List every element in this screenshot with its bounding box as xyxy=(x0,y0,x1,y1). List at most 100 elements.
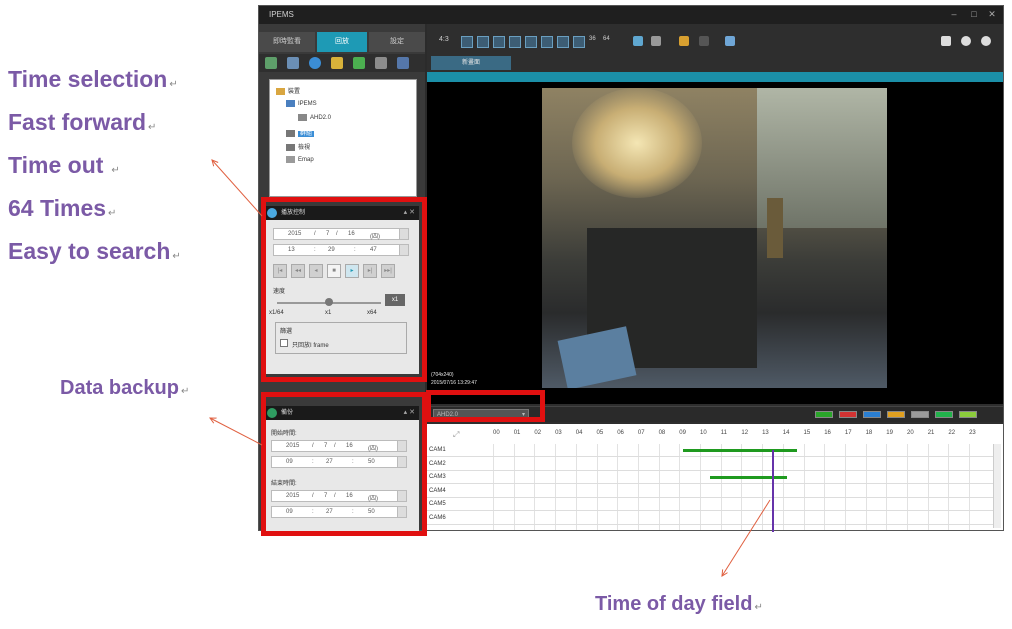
timeline-row[interactable]: CAM4 xyxy=(427,485,993,498)
hour-label: 17 xyxy=(844,430,852,436)
hour-label: 23 xyxy=(969,430,976,436)
fullscreen-icon[interactable] xyxy=(633,36,643,46)
view-tab[interactable]: 新畫面 xyxy=(431,56,511,70)
backup-icon[interactable] xyxy=(353,57,365,69)
feature-time-selection: Time selection ↵ xyxy=(8,66,178,92)
time-of-day-note: Time of day field ↵ xyxy=(595,593,763,615)
hour-label: 18 xyxy=(865,430,873,436)
layout-4-icon[interactable] xyxy=(477,36,489,48)
hour-label: 00 xyxy=(493,430,500,436)
hour-label: 07 xyxy=(637,430,645,436)
view-header-bar xyxy=(427,72,1003,82)
info-icon[interactable] xyxy=(981,36,991,46)
tab-live-view[interactable]: 即時監看 xyxy=(259,32,315,52)
monitor-icon[interactable] xyxy=(725,36,735,46)
hour-label: 08 xyxy=(658,430,666,436)
map-icon xyxy=(286,156,295,163)
sequence-icon[interactable] xyxy=(651,36,661,46)
feature-easy-search: Easy to search ↵ xyxy=(8,238,181,264)
users-icon[interactable] xyxy=(679,36,689,46)
layout-icon[interactable] xyxy=(397,57,409,69)
logout-icon[interactable] xyxy=(699,36,709,46)
feature-list: Time selection ↵ Fast forward ↵ Time out ↵ … xyxy=(8,58,181,273)
layout-8-icon[interactable] xyxy=(509,36,521,48)
tab-settings[interactable]: 設定 xyxy=(369,32,425,52)
hour-label: 10 xyxy=(700,430,707,436)
legend-swatch[interactable] xyxy=(815,411,833,418)
feature-fast-forward: Fast forward ↵ xyxy=(8,109,157,135)
camera-row-label: CAM2 xyxy=(429,460,446,467)
feature-64-times: 64 Times ↵ xyxy=(8,195,117,221)
layout-64-label[interactable]: 64 xyxy=(603,36,610,42)
hour-label: 22 xyxy=(948,430,956,436)
hour-label: 09 xyxy=(679,430,686,436)
layout-36-label[interactable]: 36 xyxy=(589,36,596,42)
search-icon[interactable] xyxy=(309,57,321,69)
minimize-icon[interactable]: – xyxy=(949,9,959,19)
camera-row-label: CAM4 xyxy=(429,487,446,494)
hour-label: 03 xyxy=(555,430,562,436)
legend-swatch[interactable] xyxy=(839,411,857,418)
screen-icon[interactable] xyxy=(941,36,951,46)
layout-9-icon[interactable] xyxy=(525,36,537,48)
layout-16-icon[interactable] xyxy=(573,36,585,48)
tree-item-group[interactable]: 群組 xyxy=(286,128,315,137)
snapshot-icon[interactable] xyxy=(265,57,277,69)
group-icon xyxy=(286,129,295,137)
tree-camera[interactable]: AHD2.0 xyxy=(298,114,331,121)
tab-playback[interactable]: 回放 xyxy=(317,32,367,52)
recording-segment[interactable] xyxy=(683,449,798,452)
layout-6-icon[interactable] xyxy=(493,36,505,48)
tree-item-view[interactable]: 檢視 xyxy=(286,142,310,151)
device-tree: 裝置 IPEMS AHD2.0 群組 檢視 Emap xyxy=(269,79,417,197)
video-box xyxy=(557,326,637,388)
layout-10-icon[interactable] xyxy=(541,36,553,48)
hour-label: 01 xyxy=(513,430,521,436)
app-window: IPEMS – □ ✕ 即時監看 回放 設定 裝置 IPEMS AHD2.0 群… xyxy=(258,5,1004,536)
hour-label: 13 xyxy=(762,430,769,436)
video-area[interactable]: (704x240) 2015/07/16 13:29:47 xyxy=(427,82,1003,404)
layout-13-icon[interactable] xyxy=(557,36,569,48)
camera-row-label: CAM3 xyxy=(429,474,446,480)
osd-resolution: (704x240) xyxy=(431,372,454,378)
computer-icon xyxy=(286,100,295,107)
mode-tabs: 即時監看 回放 設定 xyxy=(259,32,425,52)
tree-item-emap[interactable]: Emap xyxy=(286,156,314,163)
timeline-row[interactable]: CAM2 xyxy=(427,458,993,471)
hour-label: 16 xyxy=(824,430,831,436)
hour-label: 06 xyxy=(617,430,624,436)
playback-highlight-box xyxy=(261,197,427,382)
view-icon xyxy=(286,143,295,151)
camera-video-frame xyxy=(542,88,887,388)
close-icon[interactable]: ✕ xyxy=(987,9,997,19)
hour-label: 11 xyxy=(720,430,727,436)
timeline-rows: CAM1 CAM2 CAM3 CAM4 CAM5 CAM6 xyxy=(427,444,993,530)
timeline-row[interactable]: CAM5 xyxy=(427,498,993,511)
tree-root[interactable]: 裝置 xyxy=(276,86,300,95)
recording-segment[interactable] xyxy=(710,476,787,479)
maximize-icon[interactable]: □ xyxy=(969,9,979,19)
legend-swatch[interactable] xyxy=(911,411,929,418)
data-backup-note: Data backup ↵ xyxy=(60,377,190,399)
zoom-icon[interactable]: ⤢ xyxy=(453,430,463,440)
legend-swatch[interactable] xyxy=(887,411,905,418)
aspect-ratio-label[interactable]: 4:3 xyxy=(439,36,449,43)
gear-icon[interactable] xyxy=(961,36,971,46)
event-icon[interactable] xyxy=(331,57,343,69)
title-bar: IPEMS xyxy=(259,6,1003,24)
osd-timestamp: 2015/07/16 13:29:47 xyxy=(431,380,477,386)
time-cursor[interactable] xyxy=(772,450,775,532)
camera-select-highlight-box xyxy=(426,390,545,422)
tree-group[interactable]: IPEMS xyxy=(286,100,317,107)
export-icon[interactable] xyxy=(375,57,387,69)
timeline-row[interactable]: CAM6 xyxy=(427,512,993,525)
timeline[interactable]: ⤢ 00 01 02 03 04 05 06 07 08 09 10 11 12 13 14 15 16 17 18… xyxy=(427,424,1003,532)
legend-swatch[interactable] xyxy=(863,411,881,418)
legend-swatch[interactable] xyxy=(935,411,953,418)
timeline-scrollbar[interactable] xyxy=(993,444,1001,528)
camera-row-label: CAM5 xyxy=(429,501,446,507)
legend-swatch[interactable] xyxy=(959,411,977,418)
record-icon[interactable] xyxy=(287,57,299,69)
feature-time-out: Time out ↵ xyxy=(8,152,120,178)
layout-1-icon[interactable] xyxy=(461,36,473,48)
